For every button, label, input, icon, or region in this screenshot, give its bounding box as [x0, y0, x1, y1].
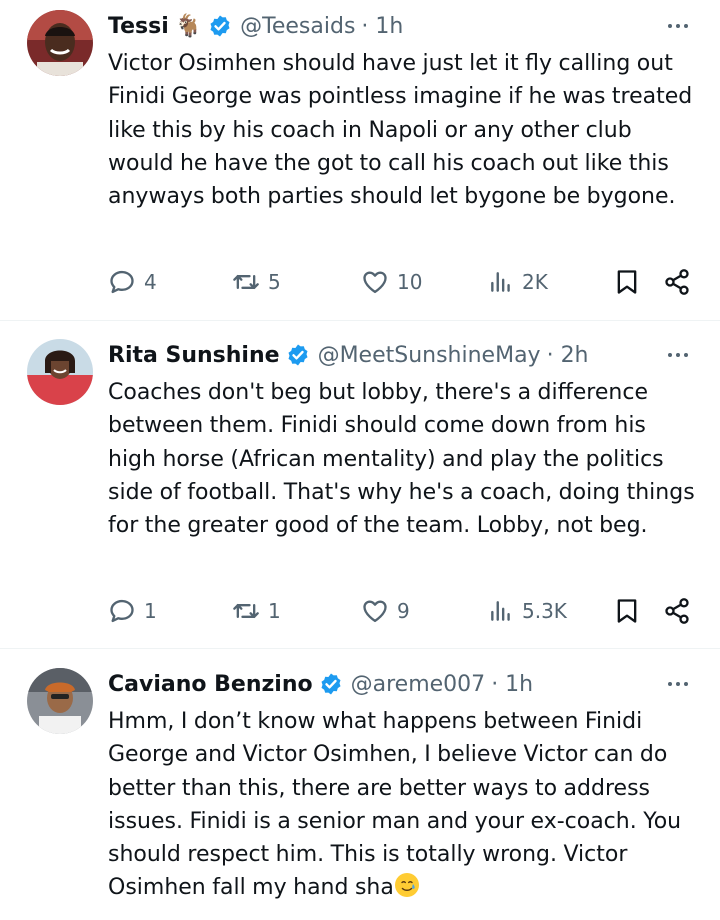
repost-icon [232, 268, 260, 296]
views-icon [488, 598, 514, 624]
display-name[interactable]: Rita Sunshine [108, 343, 280, 368]
repost-count: 5 [268, 270, 281, 294]
like-button[interactable]: 10 [361, 262, 422, 302]
tweet-text-container: Hmm, I don’t know what happens between F… [108, 705, 698, 905]
like-count: 9 [397, 599, 410, 623]
avatar-image [27, 668, 93, 734]
verified-icon [319, 672, 343, 696]
tweet[interactable]: Rita Sunshine @MeetSunshineMay · 2h Coac… [0, 333, 720, 649]
timestamp[interactable]: · 1h [491, 672, 533, 697]
views-count: 5.3K [522, 599, 567, 623]
like-icon [361, 597, 389, 625]
reply-count: 1 [144, 599, 157, 623]
avatar[interactable] [27, 668, 93, 734]
timestamp[interactable]: · 1h [361, 14, 403, 39]
tweet-header: Rita Sunshine @MeetSunshineMay · 2h [108, 333, 589, 377]
user-handle[interactable]: @MeetSunshineMay [318, 343, 541, 368]
reply-count: 4 [144, 270, 157, 294]
timestamp[interactable]: · 2h [547, 343, 589, 368]
reply-button[interactable]: 1 [108, 591, 157, 631]
avatar[interactable] [27, 10, 93, 76]
more-icon[interactable] [666, 343, 690, 367]
reply-button[interactable]: 4 [108, 262, 157, 302]
more-icon[interactable] [666, 14, 690, 38]
share-button[interactable] [663, 262, 691, 302]
bookmark-icon [613, 268, 641, 296]
tweet-text: Coaches don't beg but lobby, there's a d… [108, 380, 695, 539]
share-button[interactable] [663, 591, 691, 631]
display-name[interactable]: Caviano Benzino [108, 672, 313, 697]
avatar[interactable] [27, 339, 93, 405]
views-icon [488, 269, 514, 295]
repost-count: 1 [268, 599, 281, 623]
smiling-tear-emoji-icon [394, 873, 419, 898]
user-handle[interactable]: @Teesaids [240, 14, 355, 39]
bookmark-icon [613, 597, 641, 625]
views-button[interactable]: 5.3K [488, 591, 567, 631]
tweet-actions: 4 5 10 2K [108, 262, 698, 302]
repost-icon [232, 597, 260, 625]
tweet[interactable]: Caviano Benzino @areme007 · 1h Hmm, I do… [0, 662, 720, 920]
repost-button[interactable]: 1 [232, 591, 281, 631]
tweet-header: Tessi 🐐 @Teesaids · 1h [108, 4, 403, 48]
bookmark-button[interactable] [613, 262, 641, 302]
more-icon[interactable] [666, 672, 690, 696]
avatar-image [27, 339, 93, 405]
avatar-image [27, 10, 93, 76]
reply-icon [108, 268, 136, 296]
divider [0, 648, 720, 649]
like-count: 10 [397, 270, 423, 294]
share-icon [663, 268, 691, 296]
tweet-text: Victor Osimhen should have just let it f… [108, 51, 693, 210]
like-icon [361, 268, 389, 296]
views-button[interactable]: 2K [488, 262, 548, 302]
like-button[interactable]: 9 [361, 591, 410, 631]
tweet[interactable]: Tessi 🐐 @Teesaids · 1h Victor Osimhen sh… [0, 4, 720, 320]
display-name[interactable]: Tessi [108, 14, 169, 39]
views-count: 2K [522, 270, 548, 294]
reply-icon [108, 597, 136, 625]
bookmark-button[interactable] [613, 591, 641, 631]
tweet-actions: 1 1 9 5.3K [108, 591, 698, 631]
share-icon [663, 597, 691, 625]
repost-button[interactable]: 5 [232, 262, 281, 302]
tweet-header: Caviano Benzino @areme007 · 1h [108, 662, 533, 706]
verified-icon [286, 343, 310, 367]
user-handle[interactable]: @areme007 [351, 672, 486, 697]
goat-emoji: 🐐 [174, 13, 203, 39]
divider [0, 320, 720, 321]
verified-icon [208, 14, 232, 38]
